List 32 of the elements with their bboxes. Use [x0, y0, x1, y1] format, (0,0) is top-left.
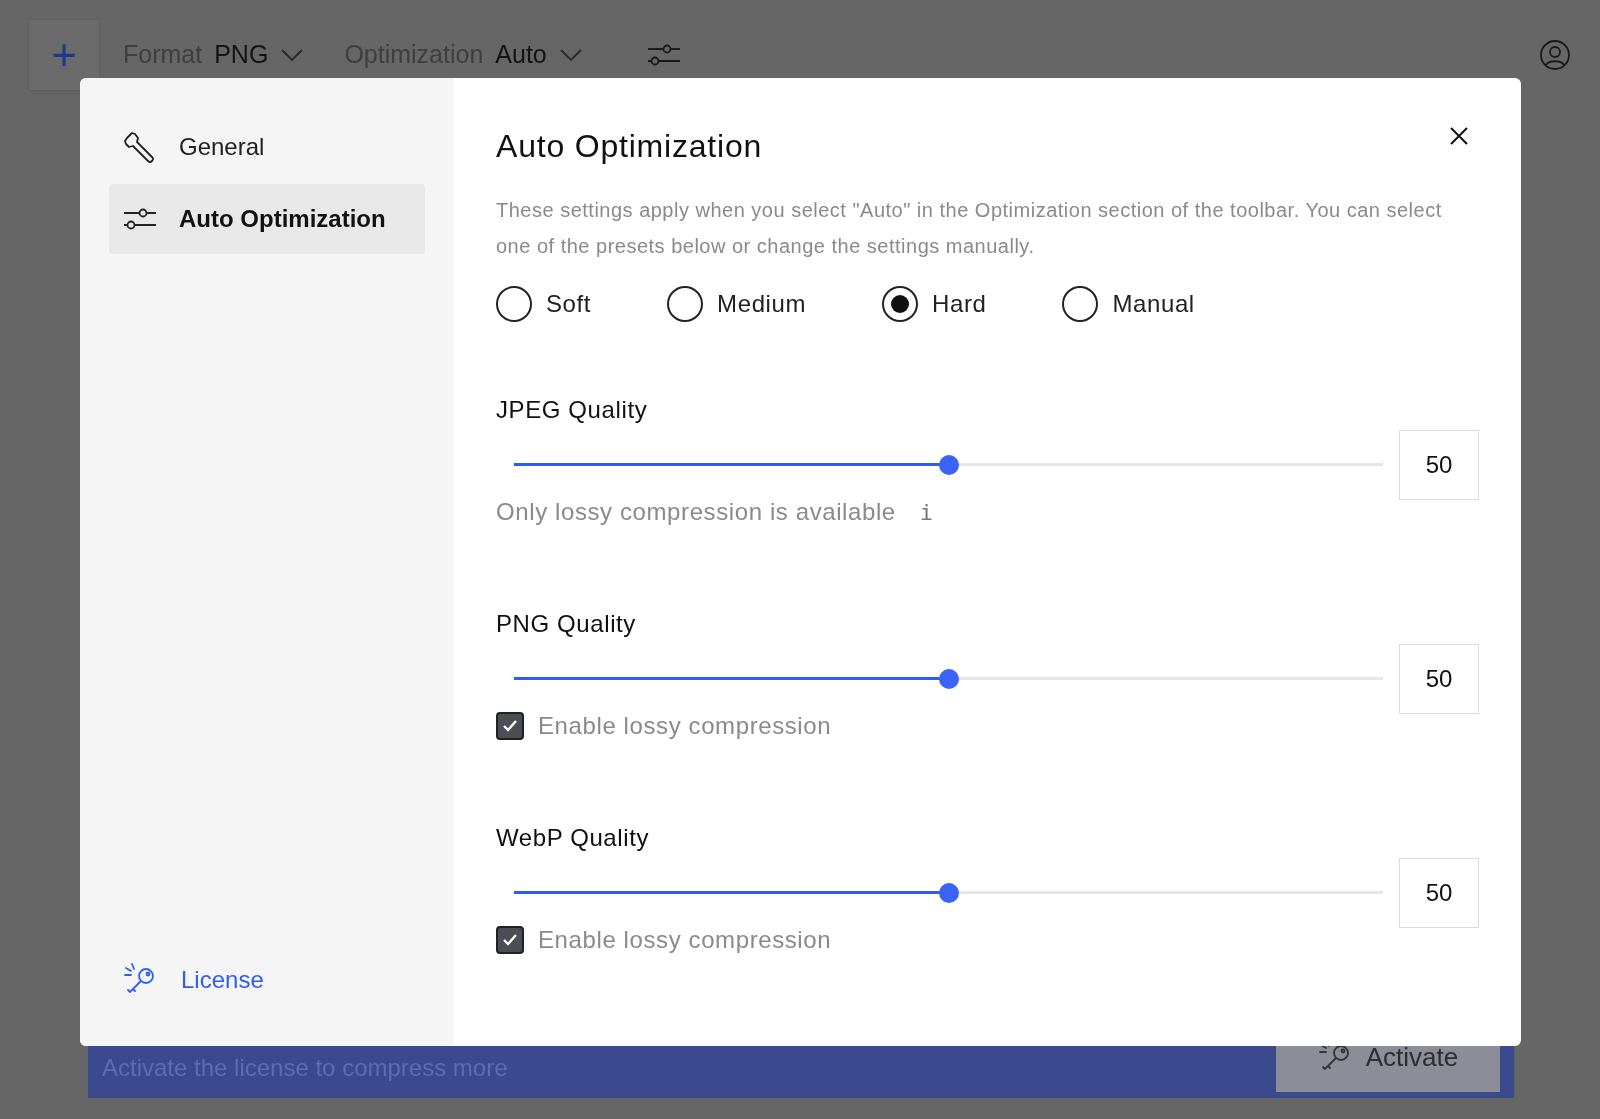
quality-title: PNG Quality: [496, 609, 637, 639]
dialog-title: Auto Optimization: [496, 127, 763, 166]
quality-value-field[interactable]: 50: [1399, 430, 1479, 500]
quality-title: JPEG Quality: [496, 395, 649, 425]
close-icon: [1449, 126, 1469, 146]
chevron-down-icon: [280, 48, 305, 62]
checkbox[interactable]: [496, 712, 524, 740]
sidebar-item[interactable]: Auto Optimization: [109, 184, 425, 254]
preset-radio[interactable]: Medium: [667, 286, 807, 322]
quality-slider[interactable]: [514, 883, 1383, 903]
quality-title: WebP Quality: [496, 823, 651, 853]
slider-thumb[interactable]: [938, 669, 959, 689]
check-icon: [502, 933, 518, 947]
info-icon[interactable]: i: [919, 495, 934, 529]
sidebar-item[interactable]: General: [109, 112, 425, 182]
preset-radio[interactable]: Soft: [496, 286, 592, 322]
quality-slider[interactable]: [514, 669, 1383, 689]
quality-slider[interactable]: [514, 455, 1383, 475]
dialog-description: These settings apply when you select "Auto" in the Optimization section of the toolbar. You can select one of the presets below or change the settings manually.: [496, 198, 1443, 259]
chevron-down-icon: [558, 48, 583, 62]
slider-thumb[interactable]: [938, 883, 959, 903]
note-text: Only lossy compression is available: [496, 497, 896, 527]
preset-radio[interactable]: Manual: [1062, 286, 1195, 322]
license-link[interactable]: License: [109, 962, 425, 998]
preset-radio[interactable]: Hard: [882, 286, 987, 322]
wrench-icon: [123, 130, 157, 164]
checkbox[interactable]: [496, 926, 524, 954]
check-icon: [502, 719, 518, 733]
user-icon[interactable]: [1539, 39, 1571, 71]
quality-value-field[interactable]: 50: [1399, 644, 1479, 714]
quality-value-field[interactable]: 50: [1399, 858, 1479, 928]
slider-thumb[interactable]: [938, 455, 959, 475]
